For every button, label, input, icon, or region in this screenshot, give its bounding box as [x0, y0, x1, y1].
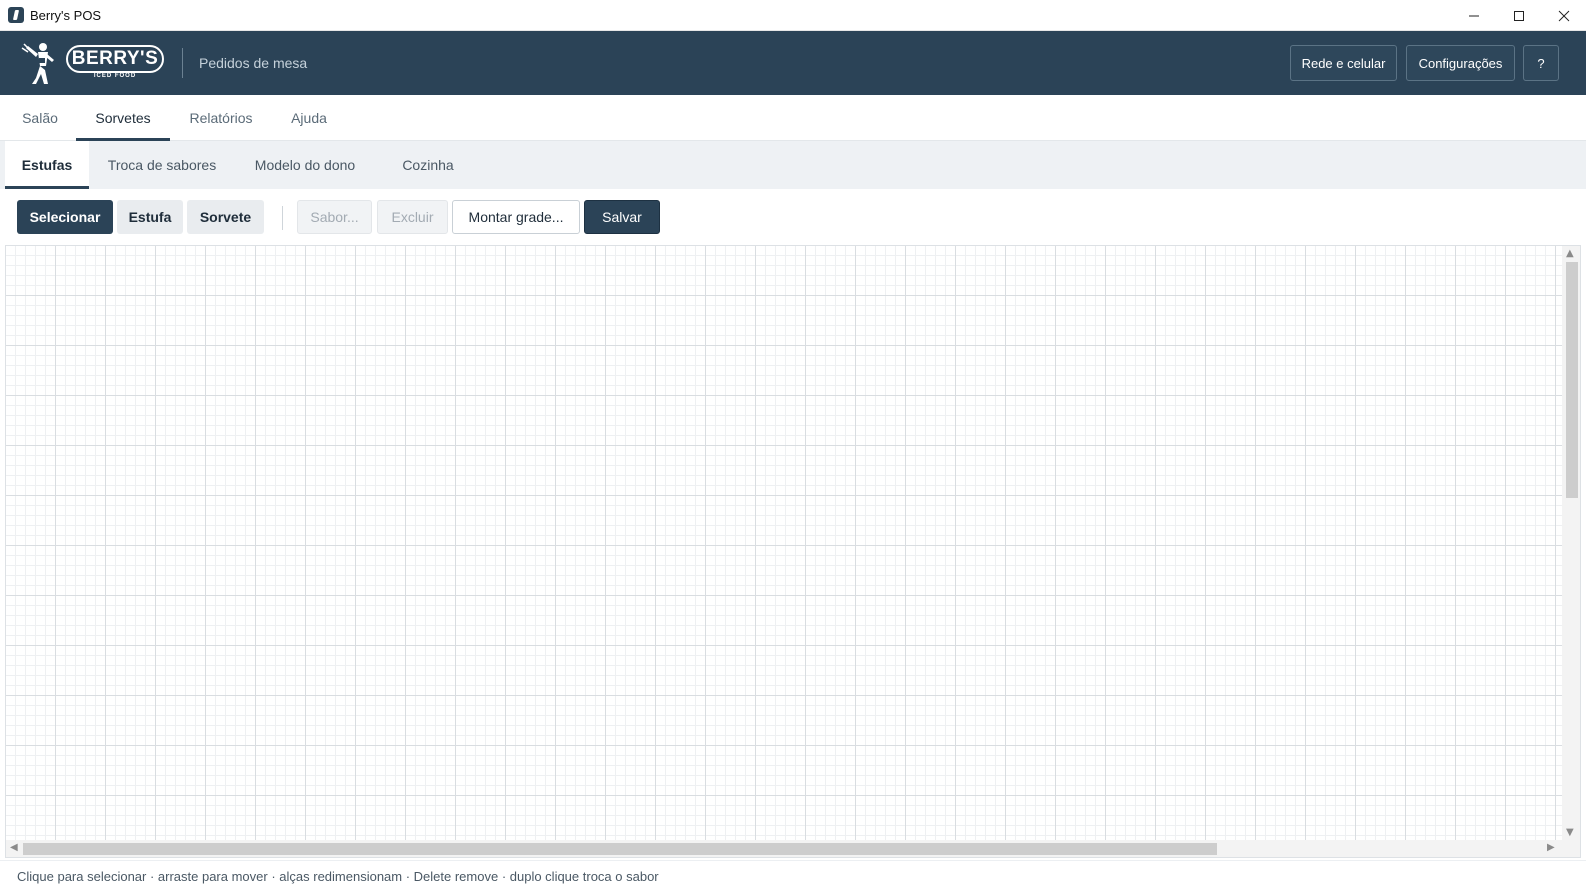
subtab-cozinha[interactable]: Cozinha — [385, 141, 471, 189]
brand-wordmark: BERRY'S ICED FOOD — [66, 43, 166, 83]
help-button[interactable]: ? — [1523, 45, 1559, 81]
sub-tabs: Estufas Troca de sabores Modelo do dono … — [0, 141, 1586, 189]
toolbar-separator — [282, 206, 283, 230]
brand-name: BERRY'S — [71, 48, 159, 69]
header-divider — [182, 48, 183, 78]
window-controls — [1451, 0, 1586, 31]
subtab-troca-de-sabores[interactable]: Troca de sabores — [95, 141, 229, 189]
canvas-grid[interactable] — [6, 246, 1564, 842]
horizontal-scroll-thumb[interactable] — [23, 843, 1217, 855]
tab-salao[interactable]: Salão — [2, 95, 78, 141]
status-hint: Clique para selecionar · arraste para mo… — [17, 869, 659, 884]
montar-grade-button[interactable]: Montar grade... — [452, 200, 580, 234]
editor-toolbar: Selecionar Estufa Sorvete Sabor... Exclu… — [0, 189, 1586, 245]
vertical-scroll-thumb[interactable] — [1566, 262, 1578, 498]
maximize-icon — [1513, 10, 1524, 21]
subtab-modelo-do-dono[interactable]: Modelo do dono — [240, 141, 370, 189]
header-subtitle: Pedidos de mesa — [199, 55, 308, 71]
horizontal-scrollbar[interactable]: ◀ ▶ — [6, 840, 1564, 857]
tab-ajuda[interactable]: Ajuda — [272, 95, 346, 141]
settings-button[interactable]: Configurações — [1406, 45, 1515, 81]
scroll-left-icon[interactable]: ◀ — [10, 842, 18, 853]
scroll-right-icon[interactable]: ▶ — [1547, 842, 1555, 853]
minimize-icon — [1468, 15, 1479, 16]
status-bar: Clique para selecionar · arraste para mo… — [0, 860, 1586, 893]
brand-tagline: ICED FOOD — [93, 73, 137, 79]
close-icon — [1558, 10, 1569, 21]
main-tabs: Salão Sorvetes Relatórios Ajuda — [0, 95, 1586, 141]
brand-logo: BERRY'S ICED FOOD — [16, 40, 166, 86]
save-button[interactable]: Salvar — [584, 200, 660, 234]
estufa-tool-button[interactable]: Estufa — [117, 200, 183, 234]
sabor-button[interactable]: Sabor... — [297, 200, 372, 234]
scroll-down-icon[interactable]: ▼ — [1566, 827, 1574, 838]
window-titlebar: Berry's POS — [0, 0, 1586, 31]
close-button[interactable] — [1541, 0, 1586, 31]
tab-relatorios[interactable]: Relatórios — [170, 95, 272, 141]
layout-canvas[interactable]: ▲ ▼ ◀ ▶ — [5, 245, 1581, 858]
minimize-button[interactable] — [1451, 0, 1496, 31]
window-title: Berry's POS — [30, 7, 102, 23]
scroll-up-icon[interactable]: ▲ — [1566, 248, 1574, 259]
network-mobile-button[interactable]: Rede e celular — [1290, 45, 1397, 81]
mascot-icon — [21, 43, 54, 84]
scrollbar-corner — [1562, 840, 1580, 857]
tab-sorvetes[interactable]: Sorvetes — [76, 95, 170, 141]
excluir-button[interactable]: Excluir — [377, 200, 448, 234]
vertical-scrollbar[interactable]: ▲ ▼ — [1562, 246, 1580, 842]
app-header: BERRY'S ICED FOOD Pedidos de mesa Rede e… — [0, 31, 1586, 95]
app-icon — [8, 7, 24, 23]
maximize-button[interactable] — [1496, 0, 1541, 31]
sorvete-tool-button[interactable]: Sorvete — [187, 200, 264, 234]
subtab-estufas[interactable]: Estufas — [5, 141, 89, 189]
select-tool-button[interactable]: Selecionar — [17, 200, 113, 234]
